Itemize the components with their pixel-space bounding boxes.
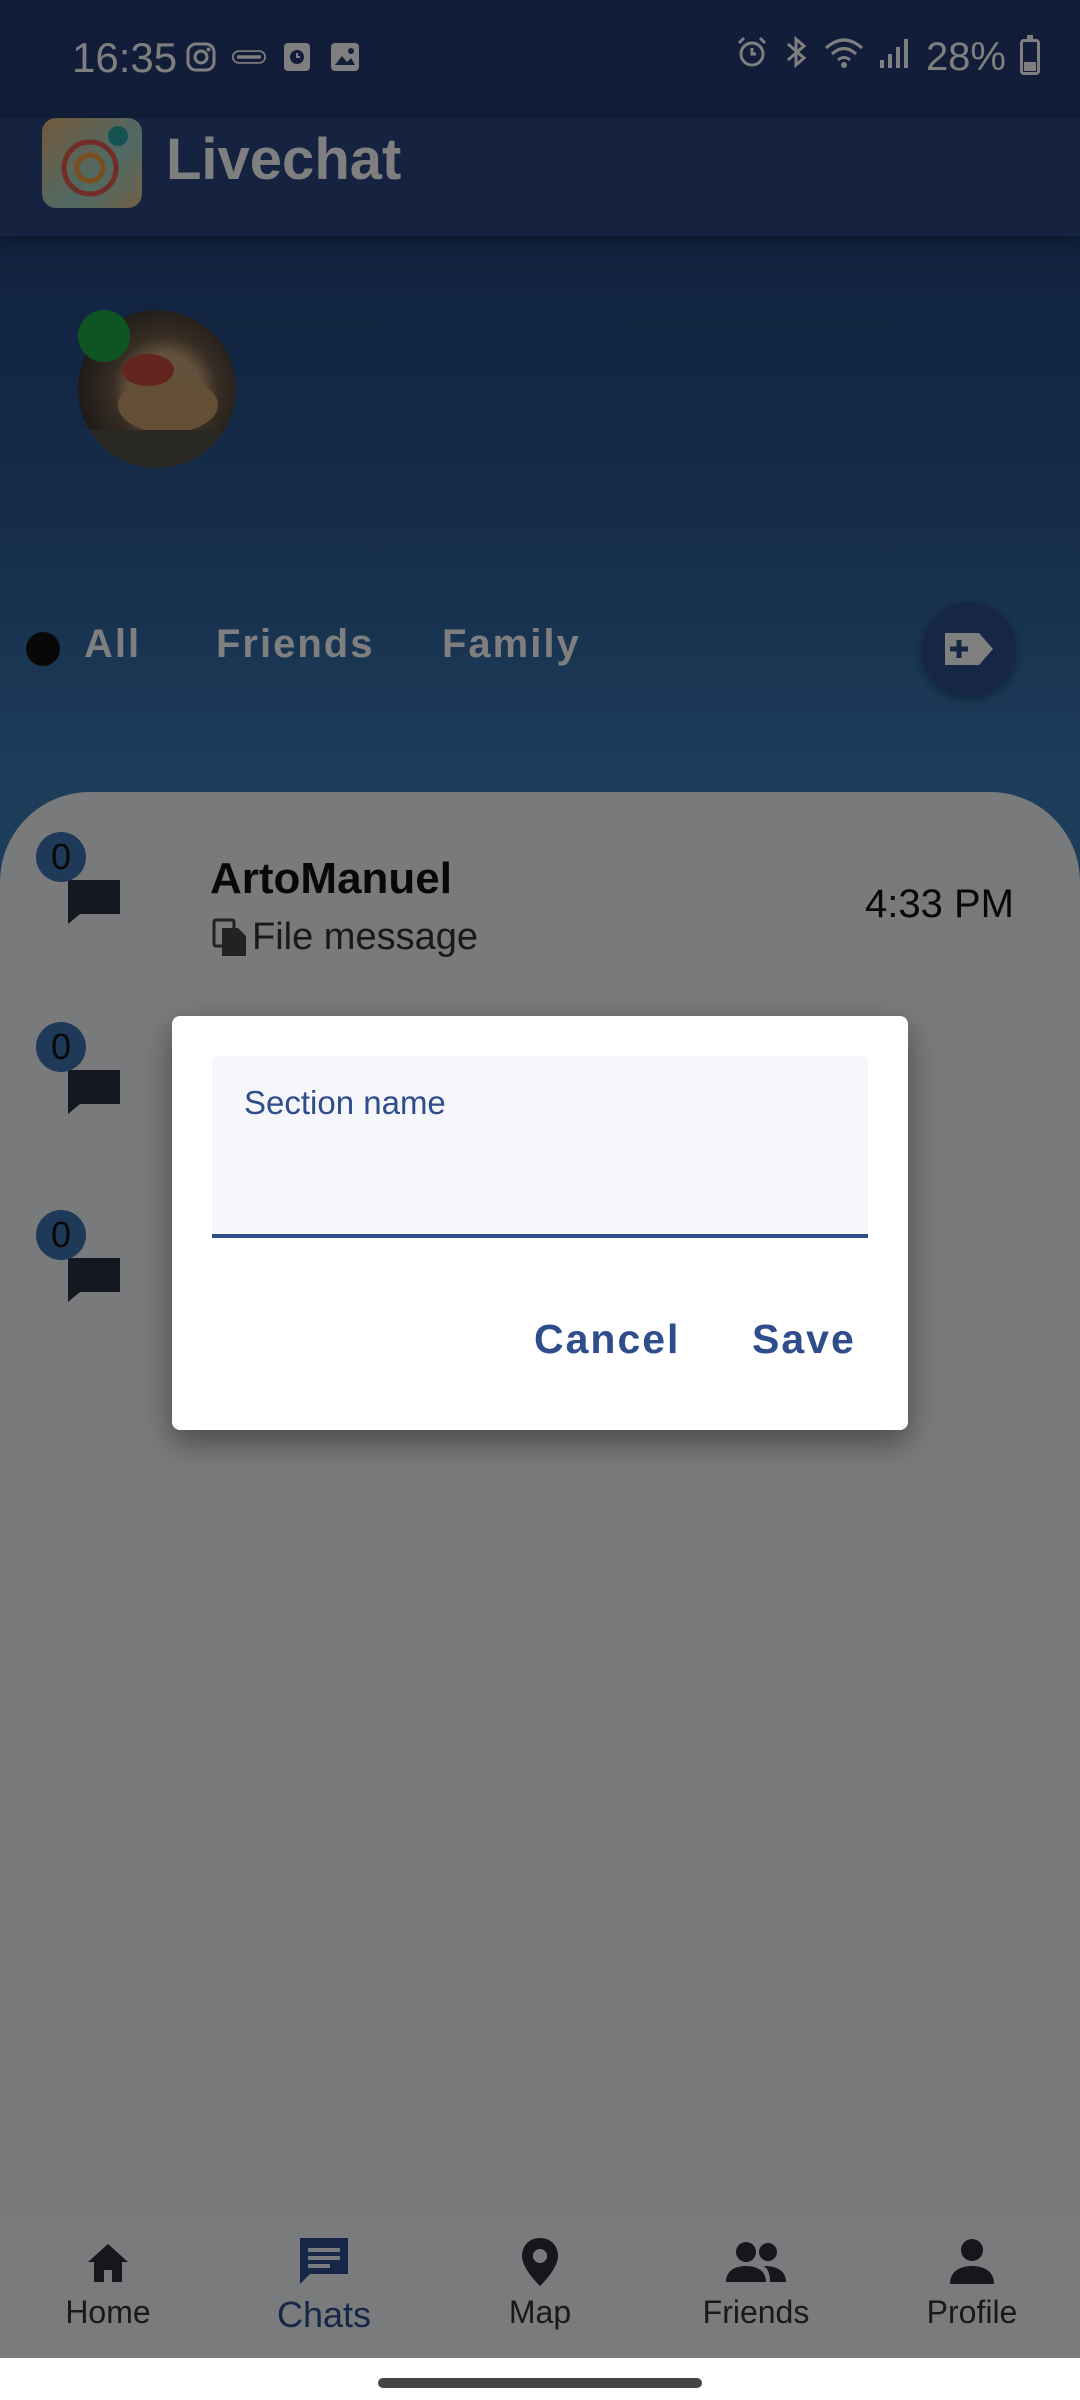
save-button[interactable]: Save xyxy=(752,1316,856,1363)
gesture-handle[interactable] xyxy=(378,2378,702,2388)
section-name-field[interactable]: Section name xyxy=(212,1056,868,1238)
section-name-input[interactable] xyxy=(242,1136,836,1208)
gesture-area xyxy=(0,2358,1080,2400)
cancel-button[interactable]: Cancel xyxy=(534,1316,680,1363)
section-name-dialog: Section name Cancel Save xyxy=(172,1016,908,1430)
section-name-label: Section name xyxy=(244,1084,446,1121)
